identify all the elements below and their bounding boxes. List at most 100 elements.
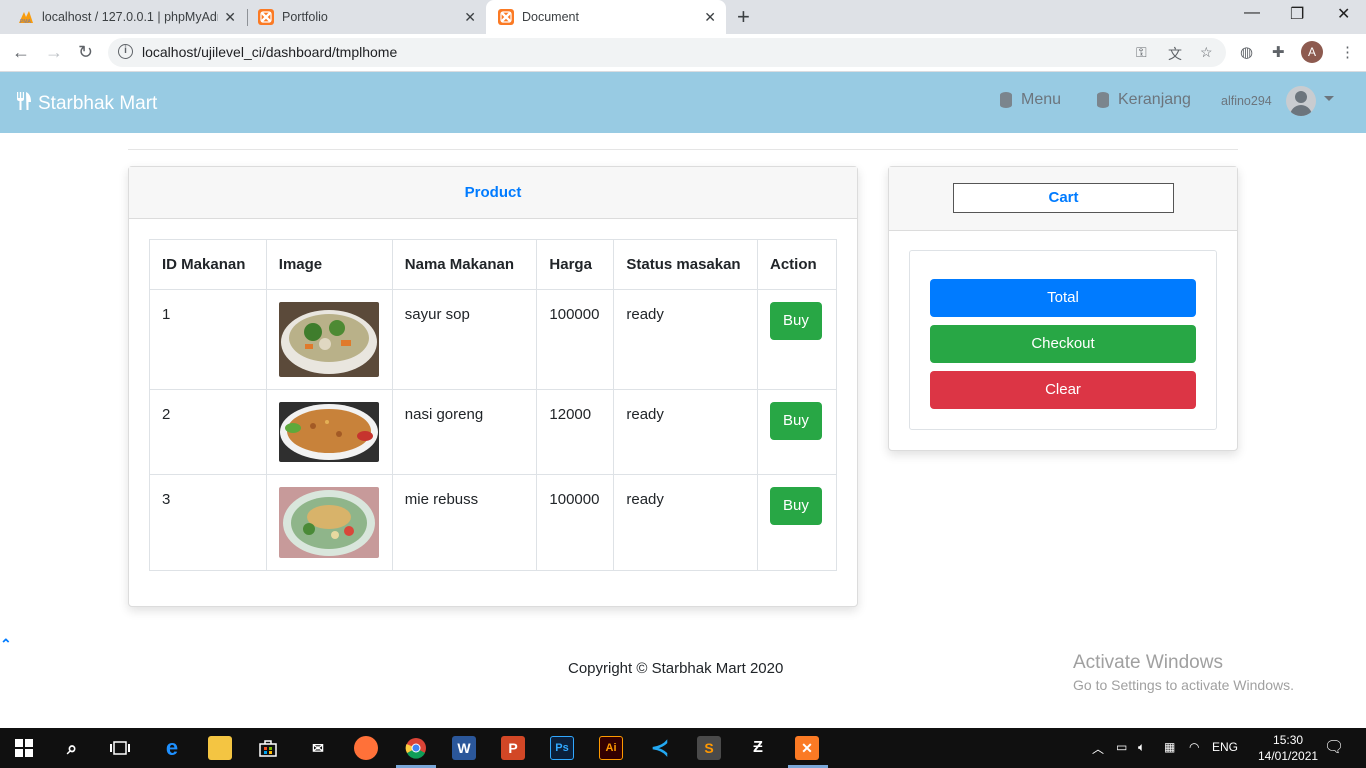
cart-title[interactable]: Cart bbox=[953, 183, 1174, 213]
nav-menu-label: Menu bbox=[1021, 91, 1062, 108]
buy-button[interactable]: Buy bbox=[769, 402, 822, 440]
cell-image bbox=[265, 474, 393, 571]
notification-icon[interactable]: 🗨︎ bbox=[1324, 737, 1344, 757]
cell-name: mie rebuss bbox=[391, 474, 538, 571]
buy-button[interactable]: Buy bbox=[769, 302, 822, 340]
database-icon bbox=[1000, 92, 1012, 108]
search-icon[interactable]: ⌕ bbox=[60, 736, 84, 760]
more-menu-icon[interactable]: ⋮ bbox=[1340, 43, 1355, 61]
cart-body: Total Checkout Clear bbox=[909, 250, 1217, 430]
word-icon[interactable]: W bbox=[452, 736, 476, 760]
file-explorer-icon[interactable] bbox=[208, 736, 232, 760]
wifi-icon[interactable]: ◠ bbox=[1189, 740, 1199, 754]
sublime-icon[interactable]: S bbox=[697, 736, 721, 760]
windows-start-icon[interactable] bbox=[12, 736, 36, 760]
profile-avatar[interactable]: A bbox=[1301, 41, 1323, 63]
xampp-icon bbox=[258, 9, 274, 25]
close-window-icon[interactable]: ✕ bbox=[1337, 4, 1350, 24]
site-navbar: Starbhak Mart Menu Keranjang alfino294 bbox=[0, 72, 1366, 133]
mail-icon[interactable]: ✉ bbox=[306, 736, 330, 760]
reload-icon[interactable]: ↻ bbox=[78, 42, 93, 63]
chevron-down-icon[interactable] bbox=[1324, 96, 1334, 101]
new-tab-icon[interactable]: + bbox=[737, 4, 750, 30]
clear-button[interactable]: Clear bbox=[930, 371, 1196, 409]
nasi-goreng-photo bbox=[278, 402, 379, 462]
chevron-up-icon[interactable]: ︿ bbox=[1092, 740, 1104, 757]
volume-icon[interactable]: 🔈︎ bbox=[1138, 740, 1145, 755]
browser-tab-bar: PMA localhost / 127.0.0.1 | phpMyAdm ✕ P… bbox=[0, 0, 1366, 34]
column-header: Nama Makanan bbox=[391, 239, 538, 290]
tab-document[interactable]: Document ✕ bbox=[486, 0, 726, 34]
footer-copyright: Copyright © Starbhak Mart 2020 bbox=[568, 660, 784, 677]
cell-status: ready bbox=[613, 474, 758, 571]
back-icon[interactable]: ← bbox=[12, 42, 30, 63]
url-text[interactable]: localhost/ujilevel_ci/dashboard/tmplhome bbox=[142, 44, 397, 60]
column-header: Harga bbox=[536, 239, 615, 290]
cell-status: ready bbox=[613, 389, 758, 475]
task-view-icon[interactable] bbox=[108, 736, 132, 760]
clock[interactable]: 15:30 14/01/2021 bbox=[1258, 732, 1318, 764]
total-button[interactable]: Total bbox=[930, 279, 1196, 317]
column-header: Action bbox=[756, 239, 838, 290]
brand-link[interactable]: Starbhak Mart bbox=[16, 91, 157, 116]
table-header-row: ID Makanan Image Nama Makanan Harga Stat… bbox=[149, 239, 838, 290]
extension-icon[interactable]: ◍ bbox=[1240, 43, 1253, 61]
activate-windows-title: Activate Windows bbox=[1073, 652, 1223, 673]
table-row: 3 mie rebuss 100000 ready Buy bbox=[149, 474, 838, 571]
nav-menu[interactable]: Menu bbox=[1000, 91, 1061, 109]
photoshop-icon[interactable]: Ps bbox=[550, 736, 574, 760]
tab-title: localhost / 127.0.0.1 | phpMyAdm bbox=[42, 10, 218, 24]
store-icon[interactable] bbox=[256, 736, 280, 760]
minimize-icon[interactable]: — bbox=[1244, 4, 1260, 22]
column-header: Status masakan bbox=[613, 239, 758, 290]
mie-rebus-photo bbox=[278, 487, 379, 558]
chrome-icon[interactable] bbox=[404, 736, 428, 760]
column-header: Image bbox=[265, 239, 393, 290]
cart-card: Cart Total Checkout Clear bbox=[888, 166, 1238, 451]
username[interactable]: alfino294 bbox=[1221, 94, 1272, 108]
url-field[interactable]: i localhost/ujilevel_ci/dashboard/tmplho… bbox=[108, 38, 1226, 67]
cell-image bbox=[265, 289, 393, 390]
user-avatar-icon[interactable] bbox=[1286, 86, 1316, 116]
product-table: ID Makanan Image Nama Makanan Harga Stat… bbox=[149, 239, 838, 571]
clock-time: 15:30 bbox=[1273, 733, 1304, 747]
nav-keranjang[interactable]: Keranjang bbox=[1097, 91, 1191, 109]
key-icon[interactable]: ⚿ bbox=[1136, 44, 1147, 61]
cell-status: ready bbox=[613, 289, 758, 390]
close-tab-icon[interactable]: ✕ bbox=[464, 9, 476, 26]
close-tab-icon[interactable]: ✕ bbox=[704, 9, 716, 26]
illustrator-icon[interactable]: Ai bbox=[599, 736, 623, 760]
keyboard-icon[interactable]: ▦ bbox=[1164, 740, 1175, 754]
cell-name: nasi goreng bbox=[391, 389, 538, 475]
cell-name: sayur sop bbox=[391, 289, 538, 390]
bookmark-star-icon[interactable]: ☆ bbox=[1200, 44, 1213, 61]
zend-icon[interactable]: Ƶ bbox=[746, 736, 770, 760]
chevron-up-icon[interactable]: ⌃ bbox=[0, 636, 12, 653]
forward-icon[interactable]: → bbox=[45, 42, 63, 63]
cell-price: 12000 bbox=[536, 389, 615, 475]
checkout-button[interactable]: Checkout bbox=[930, 325, 1196, 363]
cart-card-header: Cart bbox=[889, 167, 1237, 231]
utensils-icon bbox=[16, 91, 32, 116]
tab-title: Portfolio bbox=[282, 10, 328, 24]
edge-icon[interactable]: e bbox=[160, 735, 184, 760]
puzzle-icon[interactable]: ✚ bbox=[1272, 43, 1285, 61]
cell-action: Buy bbox=[756, 389, 838, 475]
firefox-icon[interactable] bbox=[354, 736, 378, 760]
cell-action: Buy bbox=[756, 474, 838, 571]
language-indicator[interactable]: ENG bbox=[1212, 740, 1238, 754]
vscode-icon[interactable]: ≺ bbox=[648, 735, 672, 760]
restore-icon[interactable]: ❐ bbox=[1290, 4, 1304, 24]
tab-title: Document bbox=[522, 10, 579, 24]
product-card: Product ID Makanan Image Nama Makanan Ha… bbox=[128, 166, 858, 607]
close-tab-icon[interactable]: ✕ bbox=[224, 9, 236, 26]
xampp-icon[interactable]: ✕ bbox=[795, 736, 819, 760]
battery-icon[interactable]: ▭ bbox=[1116, 740, 1127, 754]
buy-button[interactable]: Buy bbox=[769, 487, 822, 525]
site-info-icon[interactable]: i bbox=[118, 44, 133, 59]
powerpoint-icon[interactable]: P bbox=[501, 736, 525, 760]
tab-phpmyadmin[interactable]: PMA localhost / 127.0.0.1 | phpMyAdm ✕ bbox=[18, 0, 246, 34]
translate-icon[interactable]: ⽂ bbox=[1168, 44, 1182, 64]
tab-portfolio[interactable]: Portfolio ✕ bbox=[258, 0, 486, 34]
table-row: 2 nasi goreng 12000 ready Buy bbox=[149, 389, 838, 475]
